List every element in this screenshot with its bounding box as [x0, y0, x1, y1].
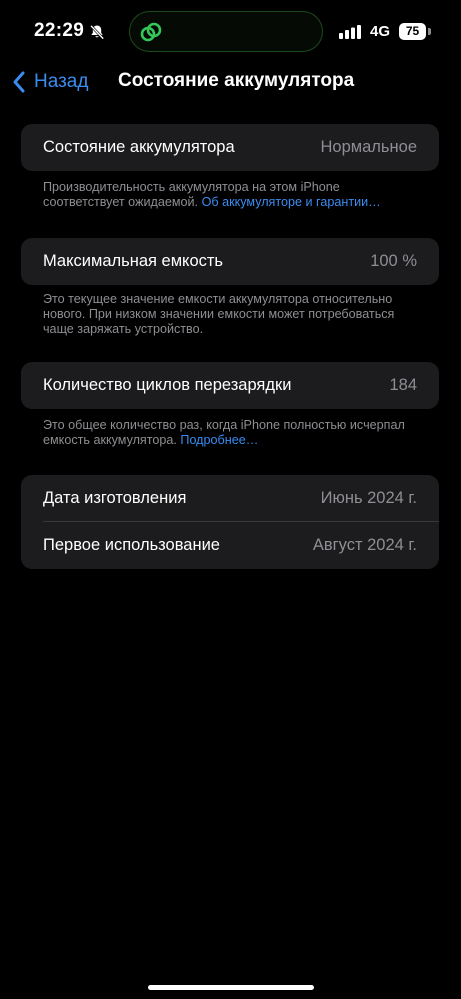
- cycle-count-row: Количество циклов перезарядки 184: [21, 362, 439, 409]
- max-capacity-footnote: Это текущее значение емкости аккумулятор…: [43, 292, 395, 336]
- battery-icon: 75: [399, 23, 431, 40]
- battery-health-label: Состояние аккумулятора: [43, 138, 235, 156]
- home-indicator[interactable]: [148, 985, 314, 990]
- max-capacity-card: Максимальная емкость 100 %: [21, 238, 439, 285]
- page-title: Состояние аккумулятора: [118, 70, 355, 91]
- bell-slash-icon: [90, 24, 105, 40]
- battery-health-value: Нормальное: [320, 138, 417, 156]
- cycle-count-footnote: Это общее количество раз, когда iPhone п…: [43, 418, 423, 448]
- manufacture-date-row: Дата изготовления Июнь 2024 г.: [21, 475, 439, 522]
- first-use-row: Первое использование Август 2024 г.: [21, 522, 439, 569]
- dates-card: Дата изготовления Июнь 2024 г. Первое ис…: [21, 475, 439, 569]
- cycle-count-card: Количество циклов перезарядки 184: [21, 362, 439, 409]
- max-capacity-value: 100 %: [370, 252, 417, 270]
- first-use-value: Август 2024 г.: [312, 536, 417, 554]
- battery-health-card: Состояние аккумулятора Нормальное: [21, 124, 439, 171]
- dynamic-island[interactable]: [129, 11, 323, 52]
- cycle-count-value: 184: [389, 376, 417, 394]
- battery-health-row: Состояние аккумулятора Нормальное: [21, 124, 439, 171]
- cycle-count-label: Количество циклов перезарядки: [43, 376, 292, 394]
- battery-health-footnote: Производительность аккумулятора на этом …: [43, 180, 423, 210]
- first-use-label: Первое использование: [43, 536, 220, 554]
- max-capacity-row: Максимальная емкость 100 %: [21, 238, 439, 285]
- cellular-signal-icon: [339, 25, 361, 39]
- network-type: 4G: [370, 23, 391, 40]
- manufacture-date-label: Дата изготовления: [43, 489, 187, 507]
- battery-warranty-link[interactable]: Об аккумуляторе и гарантии…: [202, 195, 381, 209]
- back-label: Назад: [34, 71, 89, 92]
- max-capacity-label: Максимальная емкость: [43, 252, 224, 270]
- status-time: 22:29: [34, 20, 85, 41]
- shareplay-icon: [140, 22, 162, 42]
- back-button[interactable]: Назад: [12, 68, 88, 96]
- manufacture-date-value: Июнь 2024 г.: [320, 489, 417, 507]
- battery-cap: [428, 28, 431, 35]
- battery-level: 75: [399, 23, 426, 40]
- learn-more-link[interactable]: Подробнее…: [180, 433, 258, 447]
- chevron-left-icon: [13, 71, 25, 93]
